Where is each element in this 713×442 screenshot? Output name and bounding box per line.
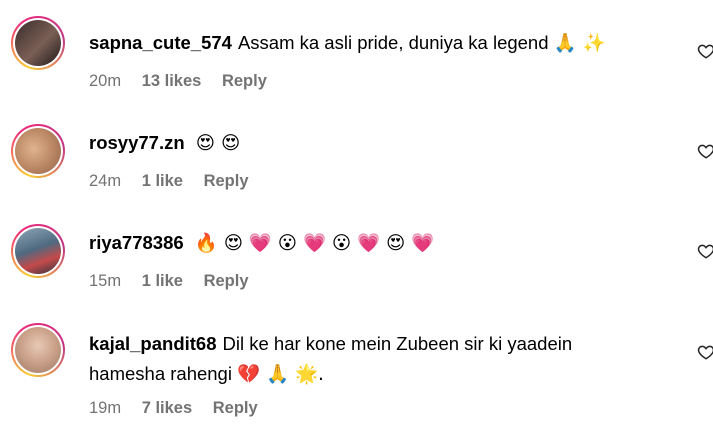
comment-emojis: 😍 😍 — [195, 133, 241, 154]
comment-emojis: 💔 🙏 🌟. — [237, 364, 324, 385]
comment-time: 20m — [89, 72, 122, 90]
comment-meta: 24m 1 like Reply — [89, 172, 265, 191]
comment-likes[interactable]: 1 like — [142, 172, 183, 190]
comment-username[interactable]: sapna_cute_574 — [89, 32, 232, 53]
reply-button[interactable]: Reply — [222, 72, 267, 90]
comment-meta: 15m 1 like Reply — [89, 272, 265, 291]
heart-outline-icon[interactable] — [697, 42, 713, 60]
avatar[interactable] — [11, 124, 65, 178]
reply-button[interactable]: Reply — [204, 172, 249, 190]
comment-text: Assam ka asli pride, duniya ka legend — [237, 32, 549, 53]
avatar[interactable] — [11, 323, 65, 377]
comment-likes[interactable]: 1 like — [142, 272, 183, 290]
comment-meta: 19m 7 likes Reply — [89, 399, 274, 418]
comment-emojis: 🔥 😍 💗 😮 💗 😮 💗 😍 💗 — [194, 233, 435, 254]
comment-time: 24m — [89, 172, 122, 190]
reply-button[interactable]: Reply — [213, 399, 258, 417]
comment-emojis: 🙏 ✨ — [553, 33, 606, 54]
comment-likes[interactable]: 7 likes — [142, 399, 192, 417]
comment-likes[interactable]: 13 likes — [142, 72, 202, 90]
comment-username[interactable]: rosyy77.zn — [89, 132, 185, 153]
reply-button[interactable]: Reply — [204, 272, 249, 290]
comment-time: 19m — [89, 399, 122, 417]
comment-time: 15m — [89, 272, 122, 290]
avatar[interactable] — [11, 224, 65, 278]
heart-outline-icon[interactable] — [697, 343, 713, 361]
comment-username[interactable]: riya778386 — [89, 232, 184, 253]
heart-outline-icon[interactable] — [697, 242, 713, 260]
comment-meta: 20m 13 likes Reply — [89, 72, 283, 91]
avatar[interactable] — [11, 16, 65, 70]
comment-username[interactable]: kajal_pandit68 — [89, 333, 217, 354]
heart-outline-icon[interactable] — [697, 142, 713, 160]
